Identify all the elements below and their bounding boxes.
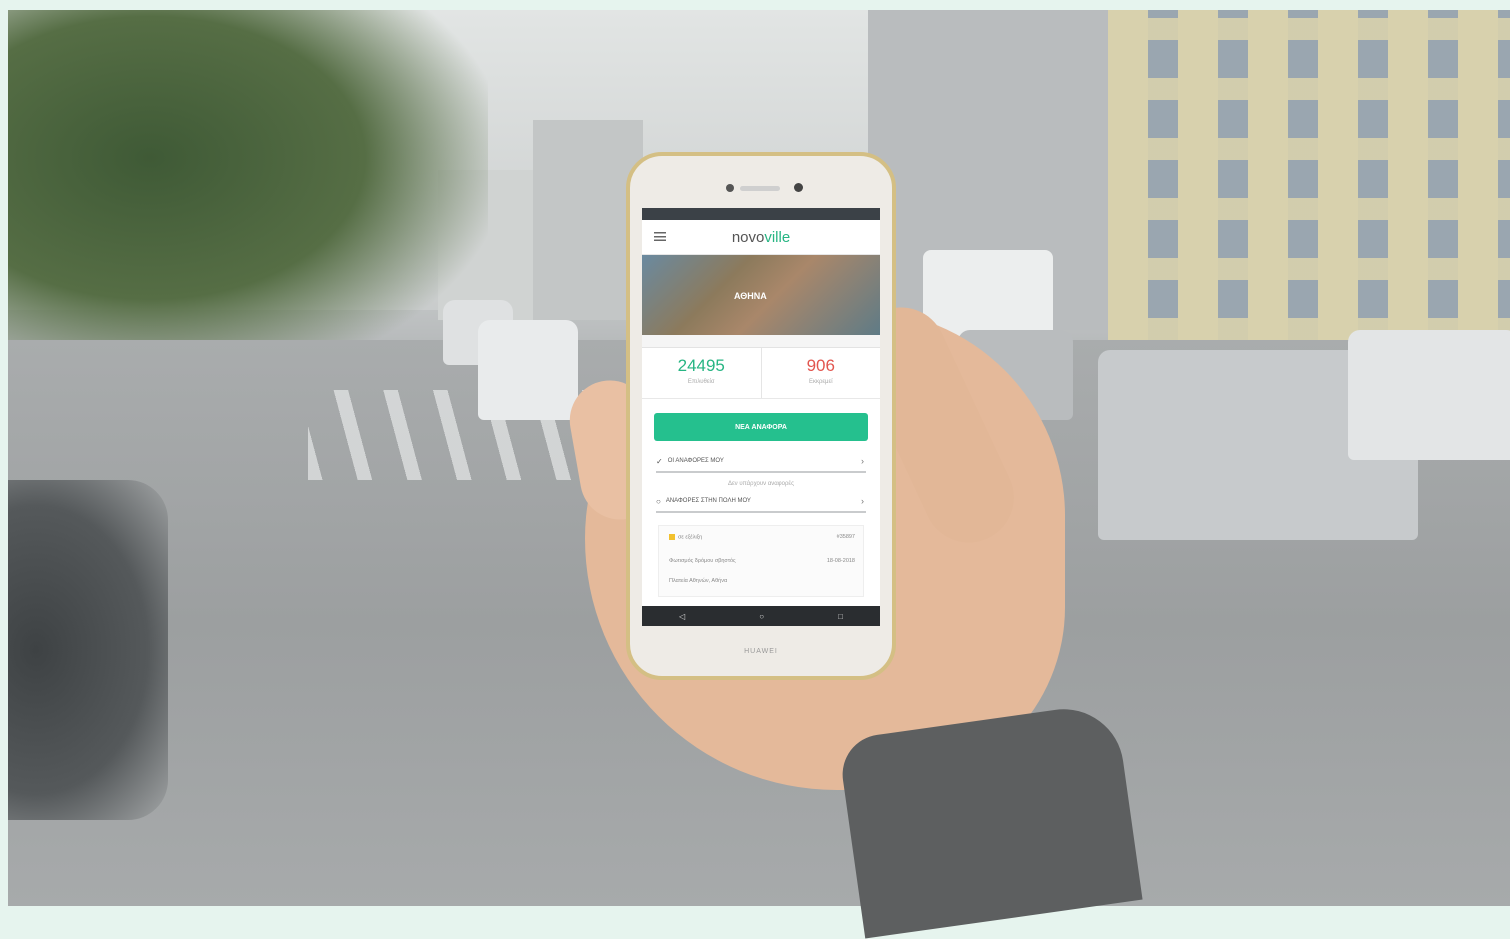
earpiece-speaker xyxy=(740,186,780,191)
report-card[interactable]: σε εξέλιξη #35897 Φωτισμός δρόμου σβηστό… xyxy=(658,525,864,597)
report-status-label: σε εξέλιξη xyxy=(678,534,703,541)
logo-text-part2: ville xyxy=(764,228,791,246)
chevron-right-icon: › xyxy=(861,496,864,506)
smartphone: novoville ΑΘΗΝΑ 24495 Επιλυθείσ 906 Εκκρ… xyxy=(626,152,896,680)
weather-strip xyxy=(642,335,880,348)
back-icon[interactable]: ◁ xyxy=(679,612,685,621)
city-reports-row[interactable]: ○ ΑΝΑΦΟΡΕΣ ΣΤΗΝ ΠΟΛΗ ΜΟΥ › xyxy=(656,491,866,513)
front-camera-icon xyxy=(794,183,803,192)
check-icon: ✓ xyxy=(656,456,663,466)
logo-text-part1: novo xyxy=(731,228,765,246)
android-nav-bar: ◁ ○ □ xyxy=(642,606,880,626)
building-windows xyxy=(1108,10,1510,340)
status-badge xyxy=(669,534,675,540)
stat-value: 24495 xyxy=(677,356,725,375)
sensor-icon xyxy=(726,184,734,192)
stat-resolved: 24495 Επιλυθείσ xyxy=(642,348,761,398)
app-logo: novoville xyxy=(732,229,790,246)
stat-value: 906 xyxy=(806,356,835,375)
city-label: ΑΘΗΝΑ xyxy=(734,291,767,301)
home-icon[interactable]: ○ xyxy=(759,612,764,621)
trees xyxy=(8,10,488,380)
sweater-sleeve xyxy=(837,701,1143,939)
circle-icon: ○ xyxy=(656,496,661,506)
hamburger-menu-icon[interactable] xyxy=(654,232,666,241)
recent-apps-icon[interactable]: □ xyxy=(838,612,843,621)
report-address: Πλατεία Αθηνών, Αθήνα xyxy=(669,578,728,584)
report-status: σε εξέλιξη xyxy=(669,534,702,540)
report-number: #35897 xyxy=(836,534,855,540)
report-date: 18-08-2018 xyxy=(826,558,855,564)
stat-caption: Εκκρεμεί xyxy=(808,379,833,385)
car xyxy=(478,320,578,420)
city-banner: ΑΘΗΝΑ xyxy=(642,255,880,335)
city-reports-label: ΑΝΑΦΟΡΕΣ ΣΤΗΝ ΠΟΛΗ ΜΟΥ xyxy=(665,498,751,504)
stats-panel: 24495 Επιλυθείσ 906 Εκκρεμεί xyxy=(642,348,880,399)
status-bar xyxy=(642,208,880,220)
stat-pending: 906 Εκκρεμεί xyxy=(760,348,881,398)
phone-screen: novoville ΑΘΗΝΑ 24495 Επιλυθείσ 906 Εκκρ… xyxy=(642,208,880,626)
dark-car-foreground xyxy=(8,480,168,820)
new-report-button[interactable]: ΝΕΑ ΑΝΑΦΟΡΑ xyxy=(654,413,868,441)
my-reports-row[interactable]: ✓ ΟΙ ΑΝΑΦΟΡΕΣ ΜΟΥ › xyxy=(656,451,866,473)
chevron-right-icon: › xyxy=(861,456,864,466)
stat-caption: Επιλυθείσ xyxy=(687,379,715,385)
report-title: Φωτισμός δρόμου σβηστός xyxy=(669,558,736,564)
device-brand-label: HUAWEI xyxy=(744,648,778,655)
my-reports-label: ΟΙ ΑΝΑΦΟΡΕΣ ΜΟΥ xyxy=(667,458,724,464)
app-header: novoville xyxy=(642,220,880,255)
car xyxy=(1348,330,1510,460)
empty-reports-note: Δεν υπάρχουν αναφορές xyxy=(728,481,794,487)
